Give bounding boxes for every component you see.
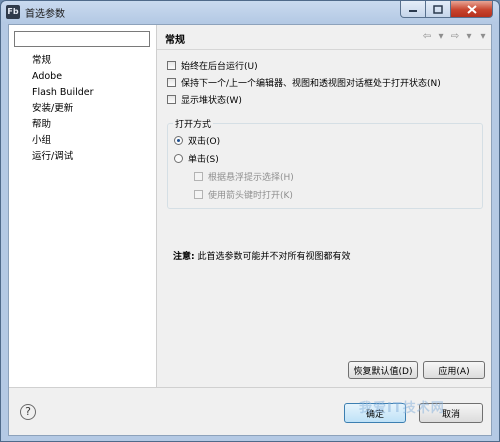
preferences-window: Fb 首选参数 常规 Adobe Flash Builder 安装/更新 帮助 … [0,0,500,442]
preference-tree-panel: 常规 Adobe Flash Builder 安装/更新 帮助 小组 运行/调试 [9,25,157,387]
run-in-background-checkbox[interactable] [167,61,176,70]
page-header: 常规 ⇦ ▾ ⇨ ▾ ▾ [157,25,491,50]
window-title: 首选参数 [25,9,65,20]
back-arrow-icon[interactable]: ⇦ [421,31,433,43]
tree-item-general[interactable]: 常规 [32,53,94,69]
minimize-icon [409,10,417,12]
preference-tree: 常规 Adobe Flash Builder 安装/更新 帮助 小组 运行/调试 [32,53,94,165]
show-heap-status-label: 显示堆状态(W) [181,96,242,106]
window-controls [400,1,493,19]
show-heap-status-checkbox[interactable] [167,95,176,104]
tree-item-run-debug[interactable]: 运行/调试 [32,149,94,165]
keep-dialog-open-option[interactable]: 保持下一个/上一个编辑器、视图和透视图对话框处于打开状态(N) [167,74,485,91]
single-click-radio[interactable] [174,154,183,163]
note-body: 此首选参数可能并不对所有视图都有效 [194,252,351,262]
dialog-body: 常规 Adobe Flash Builder 安装/更新 帮助 小组 运行/调试… [8,24,492,436]
minimize-button[interactable] [400,1,426,18]
page-content: 始终在后台运行(U) 保持下一个/上一个编辑器、视图和透视图对话框处于打开状态(… [167,57,485,262]
page-title: 常规 [165,35,185,46]
footer-separator [9,387,491,388]
open-with-arrow-keys-label: 使用箭头键时打开(K) [208,191,293,201]
run-in-background-label: 始终在后台运行(U) [181,62,258,72]
double-click-option[interactable]: 双击(O) [174,134,220,147]
flash-builder-app-icon: Fb [6,5,20,19]
single-click-option[interactable]: 单击(S) [174,152,219,165]
select-on-hover-checkbox [194,172,203,181]
forward-arrow-icon[interactable]: ⇨ [449,31,461,43]
forward-menu-icon[interactable]: ▾ [463,31,475,43]
close-button[interactable] [451,1,493,18]
open-with-arrow-keys-option: 使用箭头键时打开(K) [194,188,293,201]
close-icon [466,4,477,14]
single-click-label: 单击(S) [188,155,219,165]
tree-item-help[interactable]: 帮助 [32,117,94,133]
maximize-button[interactable] [426,1,451,18]
open-with-arrow-keys-checkbox [194,190,203,199]
help-icon[interactable]: ? [20,404,36,420]
select-on-hover-label: 根据悬浮提示选择(H) [208,173,294,183]
tree-item-team[interactable]: 小组 [32,133,94,149]
restore-defaults-button[interactable]: 恢复默认值(D) [348,361,418,379]
view-menu-icon[interactable]: ▾ [477,31,489,43]
note-label: 注意: [173,252,195,262]
select-on-hover-option: 根据悬浮提示选择(H) [194,170,294,183]
apply-button[interactable]: 应用(A) [423,361,485,379]
tree-item-adobe[interactable]: Adobe [32,69,94,85]
double-click-radio[interactable] [174,136,183,145]
open-mode-group: 打开方式 双击(O) 单击(S) 根据悬浮提示选择(H) 使用箭头键时打开(K) [167,117,483,209]
tree-item-flash-builder[interactable]: Flash Builder [32,85,94,101]
keep-dialog-open-checkbox[interactable] [167,78,176,87]
double-click-label: 双击(O) [188,137,221,147]
page-navigation: ⇦ ▾ ⇨ ▾ ▾ [421,31,489,43]
preference-page: 常规 ⇦ ▾ ⇨ ▾ ▾ 始终在后台运行(U) 保持下一个/上一个编辑器、视图和… [157,25,491,387]
show-heap-status-option[interactable]: 显示堆状态(W) [167,91,485,108]
watermark: 我爱IT技术网 [359,401,445,416]
keep-dialog-open-label: 保持下一个/上一个编辑器、视图和透视图对话框处于打开状态(N) [181,79,441,89]
run-in-background-option[interactable]: 始终在后台运行(U) [167,57,485,74]
maximize-icon [433,4,443,14]
tree-item-install-update[interactable]: 安装/更新 [32,101,94,117]
back-menu-icon[interactable]: ▾ [435,31,447,43]
filter-input[interactable] [14,31,150,47]
open-mode-group-label: 打开方式 [173,117,214,130]
note-text: 注意: 此首选参数可能并不对所有视图都有效 [173,249,350,262]
title-bar[interactable]: Fb 首选参数 [1,1,499,23]
